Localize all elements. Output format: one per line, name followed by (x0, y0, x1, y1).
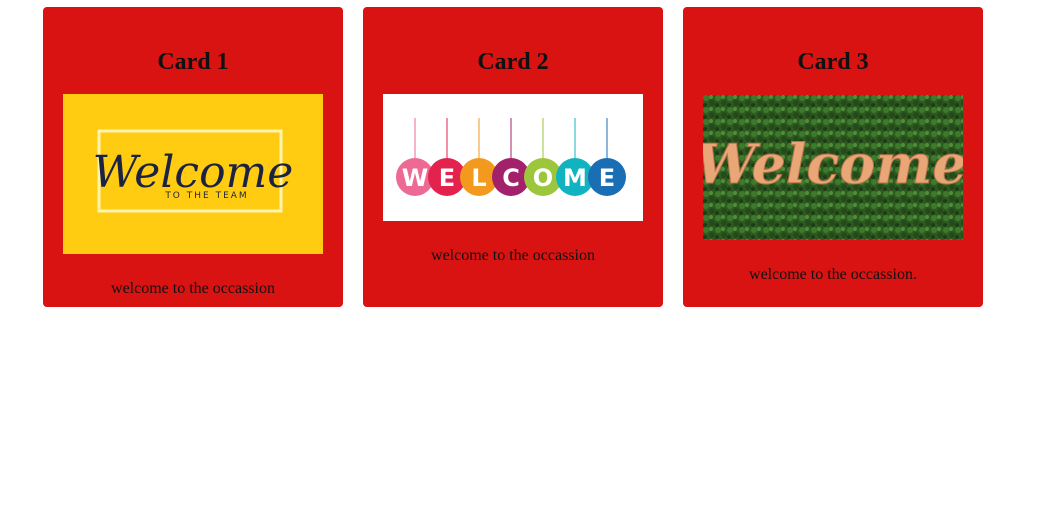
card-2: Card 2 WELCOME welcome to the occassion (363, 7, 663, 307)
welcome-to-the-team-image: Welcome TO THE TEAM (63, 94, 323, 254)
card-title: Card 3 (797, 49, 869, 75)
letter-text: L (471, 164, 486, 192)
to-the-team-text: TO THE TEAM (164, 191, 248, 201)
letter-text: E (599, 164, 615, 192)
letter-text: C (502, 164, 520, 192)
card-3: Card 3 Welcome welcome to the occassion. (683, 7, 983, 307)
welcome-wood-script-text: Welcome (703, 132, 963, 196)
letter-text: W (402, 164, 428, 192)
card-caption: welcome to the occassion. (749, 266, 917, 283)
card-title: Card 2 (477, 49, 549, 75)
card-1: Card 1 Welcome TO THE TEAM welcome to th… (43, 7, 343, 307)
welcome-hanging-circles-image: WELCOME (383, 94, 643, 221)
welcome-grass-wall-image: Welcome (703, 95, 963, 240)
letter-text: O (533, 164, 553, 192)
card-caption: welcome to the occassion (111, 280, 275, 297)
letter-text: M (563, 164, 587, 192)
letter-text: E (439, 164, 455, 192)
card-title: Card 1 (157, 49, 229, 75)
card-caption: welcome to the occassion (431, 247, 595, 264)
